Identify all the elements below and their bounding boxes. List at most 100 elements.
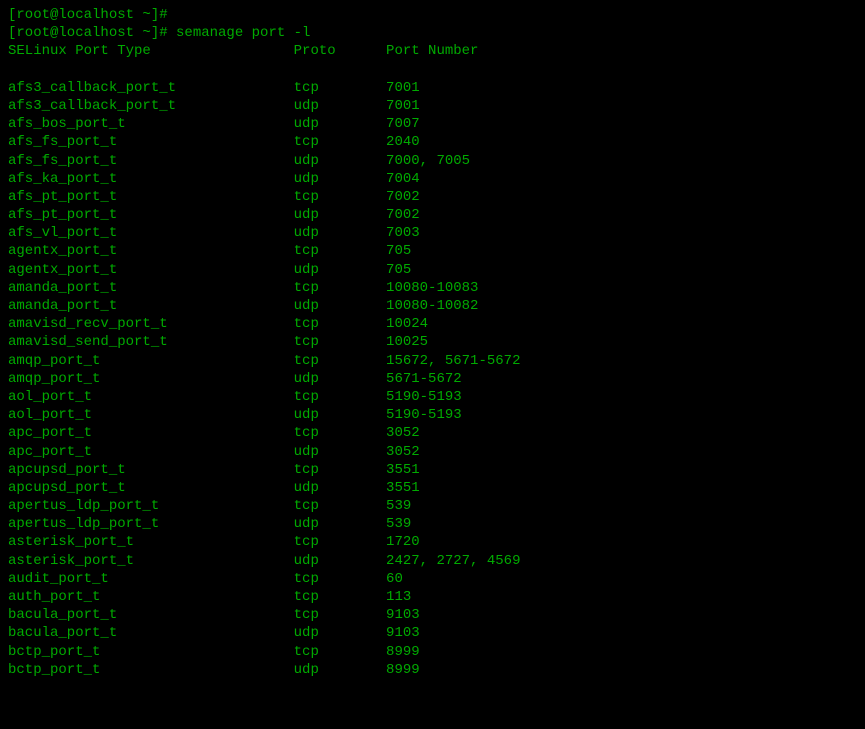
table-row: apcupsd_port_tudp3551 xyxy=(8,479,857,497)
table-row: asterisk_port_tudp2427, 2727, 4569 xyxy=(8,552,857,570)
port-proto: udp xyxy=(294,170,386,188)
port-proto: tcp xyxy=(294,606,386,624)
port-type: agentx_port_t xyxy=(8,242,294,260)
port-type: apcupsd_port_t xyxy=(8,479,294,497)
port-type: afs3_callback_port_t xyxy=(8,97,294,115)
port-proto: udp xyxy=(294,152,386,170)
port-proto: tcp xyxy=(294,133,386,151)
table-row: agentx_port_tudp705 xyxy=(8,261,857,279)
port-numbers: 705 xyxy=(386,261,411,279)
port-proto: tcp xyxy=(294,497,386,515)
port-proto: udp xyxy=(294,370,386,388)
table-row: aol_port_ttcp5190-5193 xyxy=(8,388,857,406)
table-row: amavisd_recv_port_ttcp10024 xyxy=(8,315,857,333)
port-numbers: 8999 xyxy=(386,643,420,661)
port-numbers: 10080-10083 xyxy=(386,279,478,297)
port-proto: tcp xyxy=(294,79,386,97)
table-row: aol_port_tudp5190-5193 xyxy=(8,406,857,424)
port-numbers: 8999 xyxy=(386,661,420,679)
port-numbers: 7001 xyxy=(386,79,420,97)
table-row: audit_port_ttcp60 xyxy=(8,570,857,588)
table-row: afs_fs_port_tudp7000, 7005 xyxy=(8,152,857,170)
table-row: afs_fs_port_ttcp2040 xyxy=(8,133,857,151)
port-proto: udp xyxy=(294,515,386,533)
table-row: afs_pt_port_ttcp7002 xyxy=(8,188,857,206)
port-proto: tcp xyxy=(294,315,386,333)
port-proto: tcp xyxy=(294,333,386,351)
prompt-line-2[interactable]: [root@localhost ~]# semanage port -l xyxy=(8,24,857,42)
port-numbers: 60 xyxy=(386,570,403,588)
port-numbers: 1720 xyxy=(386,533,420,551)
port-proto: udp xyxy=(294,661,386,679)
table-row: apc_port_ttcp3052 xyxy=(8,424,857,442)
port-proto: tcp xyxy=(294,570,386,588)
port-proto: tcp xyxy=(294,352,386,370)
port-numbers: 7002 xyxy=(386,188,420,206)
port-numbers: 2040 xyxy=(386,133,420,151)
port-proto: udp xyxy=(294,552,386,570)
port-numbers: 3052 xyxy=(386,443,420,461)
port-type: apc_port_t xyxy=(8,424,294,442)
table-row: afs_ka_port_tudp7004 xyxy=(8,170,857,188)
port-proto: udp xyxy=(294,479,386,497)
header-ports: Port Number xyxy=(386,42,478,60)
port-proto: tcp xyxy=(294,643,386,661)
port-type: aol_port_t xyxy=(8,406,294,424)
port-proto: tcp xyxy=(294,533,386,551)
port-proto: udp xyxy=(294,97,386,115)
port-proto: tcp xyxy=(294,242,386,260)
port-type: apcupsd_port_t xyxy=(8,461,294,479)
port-numbers: 7002 xyxy=(386,206,420,224)
port-type: bacula_port_t xyxy=(8,624,294,642)
port-proto: udp xyxy=(294,406,386,424)
port-numbers: 3052 xyxy=(386,424,420,442)
port-numbers: 7003 xyxy=(386,224,420,242)
port-type: afs3_callback_port_t xyxy=(8,79,294,97)
port-numbers: 7004 xyxy=(386,170,420,188)
port-type: amqp_port_t xyxy=(8,352,294,370)
port-type: bacula_port_t xyxy=(8,606,294,624)
table-row: amanda_port_ttcp10080-10083 xyxy=(8,279,857,297)
port-proto: tcp xyxy=(294,388,386,406)
table-row: apc_port_tudp3052 xyxy=(8,443,857,461)
table-row: afs_bos_port_tudp7007 xyxy=(8,115,857,133)
port-type: afs_pt_port_t xyxy=(8,206,294,224)
port-numbers: 2427, 2727, 4569 xyxy=(386,552,520,570)
port-type: asterisk_port_t xyxy=(8,533,294,551)
port-numbers: 15672, 5671-5672 xyxy=(386,352,520,370)
port-type: afs_ka_port_t xyxy=(8,170,294,188)
port-numbers: 7007 xyxy=(386,115,420,133)
table-row: amavisd_send_port_ttcp10025 xyxy=(8,333,857,351)
port-numbers: 539 xyxy=(386,497,411,515)
port-type: amavisd_recv_port_t xyxy=(8,315,294,333)
port-type: afs_fs_port_t xyxy=(8,152,294,170)
port-numbers: 5190-5193 xyxy=(386,406,462,424)
port-proto: udp xyxy=(294,297,386,315)
port-type: bctp_port_t xyxy=(8,661,294,679)
port-type: afs_fs_port_t xyxy=(8,133,294,151)
port-type: apertus_ldp_port_t xyxy=(8,497,294,515)
prompt-line-1: [root@localhost ~]# xyxy=(8,6,857,24)
table-row: asterisk_port_ttcp1720 xyxy=(8,533,857,551)
table-header: SELinux Port TypeProtoPort Number xyxy=(8,42,857,60)
port-numbers: 539 xyxy=(386,515,411,533)
port-type: asterisk_port_t xyxy=(8,552,294,570)
port-numbers: 10080-10082 xyxy=(386,297,478,315)
port-type: bctp_port_t xyxy=(8,643,294,661)
port-type: apertus_ldp_port_t xyxy=(8,515,294,533)
table-row: apertus_ldp_port_tudp539 xyxy=(8,515,857,533)
port-type: apc_port_t xyxy=(8,443,294,461)
port-numbers: 7001 xyxy=(386,97,420,115)
port-proto: tcp xyxy=(294,424,386,442)
port-type: amavisd_send_port_t xyxy=(8,333,294,351)
header-proto: Proto xyxy=(294,42,386,60)
table-row: agentx_port_ttcp705 xyxy=(8,242,857,260)
port-proto: tcp xyxy=(294,279,386,297)
header-type: SELinux Port Type xyxy=(8,42,294,60)
port-proto: udp xyxy=(294,624,386,642)
port-type: auth_port_t xyxy=(8,588,294,606)
table-row: apertus_ldp_port_ttcp539 xyxy=(8,497,857,515)
table-row: auth_port_ttcp113 xyxy=(8,588,857,606)
port-type: amqp_port_t xyxy=(8,370,294,388)
port-type: audit_port_t xyxy=(8,570,294,588)
